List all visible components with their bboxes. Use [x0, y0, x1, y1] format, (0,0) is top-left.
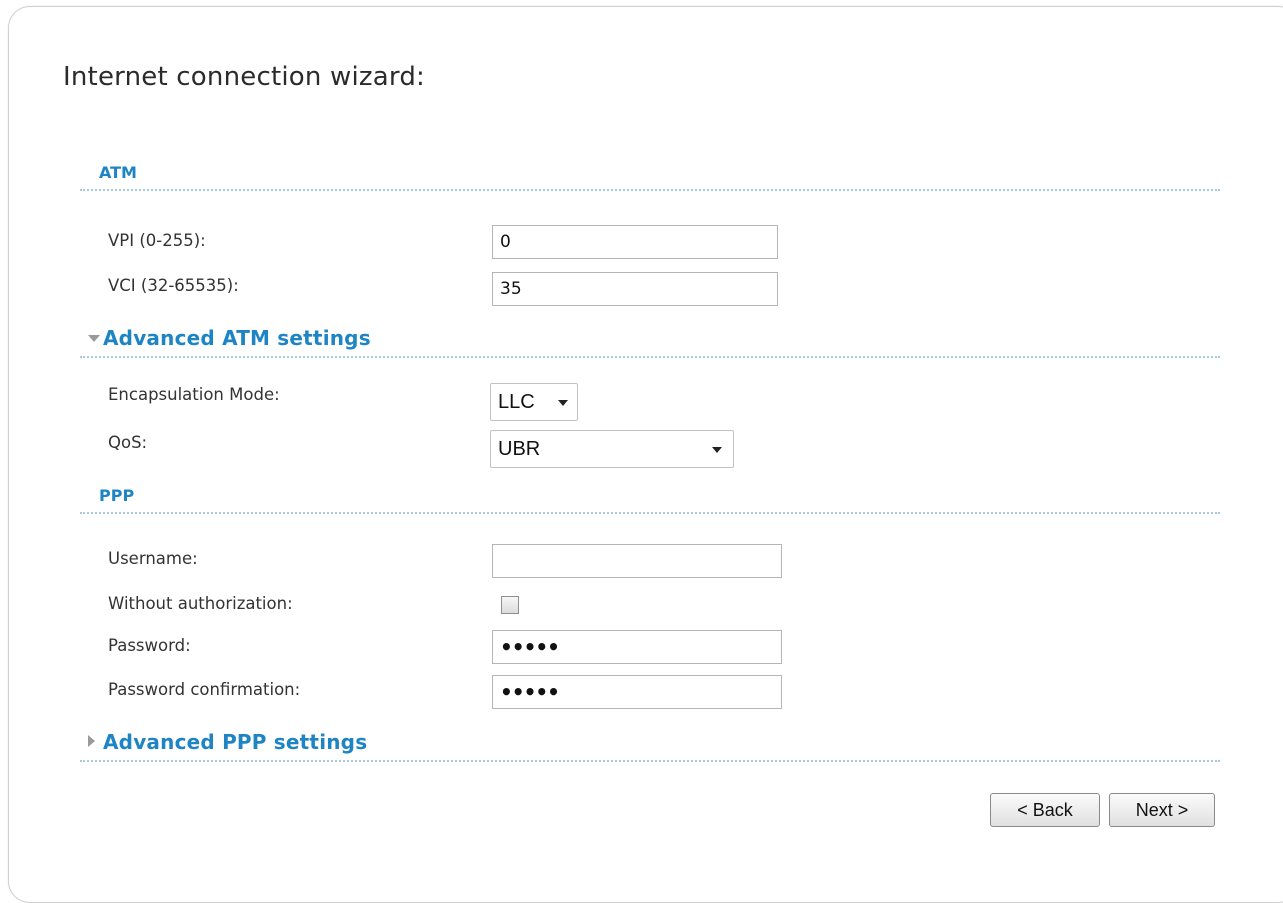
- qos-value: UBR: [498, 438, 541, 460]
- section-title-advanced-atm: Advanced ATM settings: [103, 326, 371, 350]
- section-title-advanced-ppp: Advanced PPP settings: [103, 730, 368, 754]
- password-confirmation-input[interactable]: [492, 675, 782, 709]
- vci-label: VCI (32-65535):: [108, 276, 239, 295]
- qos-label: QoS:: [108, 433, 148, 452]
- triangle-right-icon: [88, 735, 95, 747]
- vci-input[interactable]: [492, 272, 778, 306]
- password-label: Password:: [108, 636, 191, 655]
- vpi-label: VPI (0-255):: [108, 231, 206, 250]
- section-title-ppp: PPP: [99, 486, 135, 505]
- encapsulation-mode-value: LLC: [498, 391, 535, 413]
- vpi-input[interactable]: [492, 225, 778, 259]
- username-input[interactable]: [492, 544, 782, 578]
- qos-select[interactable]: UBR: [490, 430, 734, 468]
- section-header-ppp: PPP: [80, 486, 1220, 514]
- next-button[interactable]: Next >: [1109, 793, 1215, 827]
- username-label: Username:: [108, 549, 198, 568]
- triangle-down-icon: [88, 335, 100, 342]
- section-header-atm: ATM: [80, 163, 1220, 191]
- without-authorization-checkbox[interactable]: [501, 596, 519, 614]
- page-title: Internet connection wizard:: [63, 62, 425, 92]
- section-title-atm: ATM: [99, 163, 137, 182]
- encapsulation-mode-select[interactable]: LLC: [490, 383, 578, 421]
- advanced-ppp-settings-toggle[interactable]: Advanced PPP settings: [80, 730, 1220, 762]
- encapsulation-mode-label: Encapsulation Mode:: [108, 385, 280, 404]
- caret-down-icon: [558, 400, 568, 406]
- back-button[interactable]: < Back: [990, 793, 1100, 827]
- caret-down-icon: [712, 447, 722, 453]
- password-input[interactable]: [492, 630, 782, 664]
- password-confirmation-label: Password confirmation:: [108, 680, 301, 699]
- advanced-atm-settings-toggle[interactable]: Advanced ATM settings: [80, 326, 1220, 358]
- without-authorization-label: Without authorization:: [108, 594, 293, 613]
